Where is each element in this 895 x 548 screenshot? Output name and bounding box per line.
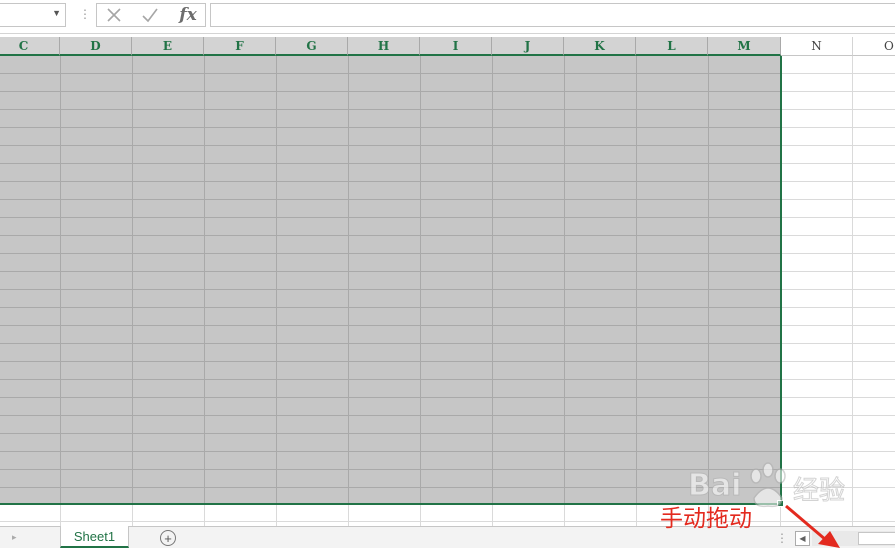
column-header-d[interactable]: D <box>60 37 132 56</box>
column-header-m[interactable]: M <box>708 37 781 56</box>
worksheet-grid[interactable] <box>0 56 895 526</box>
scroll-left-button[interactable]: ◀ <box>795 531 810 546</box>
formula-bar: ▼ ⋮ fx <box>0 0 895 34</box>
cancel-icon[interactable] <box>103 5 125 25</box>
column-header-h[interactable]: H <box>348 37 420 56</box>
annotation-label: 手动拖动 <box>660 506 752 532</box>
sheet-tab-label: Sheet1 <box>73 528 116 544</box>
column-header-o[interactable]: O <box>853 37 895 56</box>
column-header-i[interactable]: I <box>420 37 492 56</box>
formula-bar-grip-icon: ⋮ <box>79 7 91 21</box>
sheet-tab[interactable]: Sheet1 <box>60 526 129 548</box>
column-header-j[interactable]: J <box>492 37 564 56</box>
watermark-brand: Bai <box>687 468 742 504</box>
column-header-c[interactable]: C <box>0 37 60 56</box>
paw-icon <box>750 462 786 508</box>
chevron-down-icon[interactable]: ▼ <box>52 8 61 18</box>
add-sheet-button[interactable]: + <box>160 530 176 546</box>
plus-icon: + <box>164 530 172 546</box>
watermark-suffix: 经验 <box>792 476 846 507</box>
tab-scroll-right-icon[interactable]: ▸ <box>12 532 17 543</box>
scrollbar-thumb[interactable] <box>858 532 895 545</box>
splitter-grip-icon[interactable]: ⋮ <box>776 531 788 545</box>
selected-range[interactable] <box>0 56 781 504</box>
formula-bar-buttons: fx <box>96 3 206 27</box>
name-box[interactable]: ▼ <box>0 3 66 27</box>
cell-area[interactable] <box>781 56 895 504</box>
column-header-g[interactable]: G <box>276 37 348 56</box>
formula-input[interactable] <box>210 3 895 27</box>
column-header-row: C D E F G H I J K L M N O <box>0 37 895 56</box>
column-header-n[interactable]: N <box>781 37 853 56</box>
insert-function-button[interactable]: fx <box>175 5 201 25</box>
column-header-k[interactable]: K <box>564 37 636 56</box>
column-header-l[interactable]: L <box>636 37 708 56</box>
column-header-f[interactable]: F <box>204 37 276 56</box>
sheet-tab-bar: ▸ Sheet1 + ⋮ ◀ <box>0 526 895 548</box>
check-icon[interactable] <box>139 5 161 25</box>
column-header-e[interactable]: E <box>132 37 204 56</box>
